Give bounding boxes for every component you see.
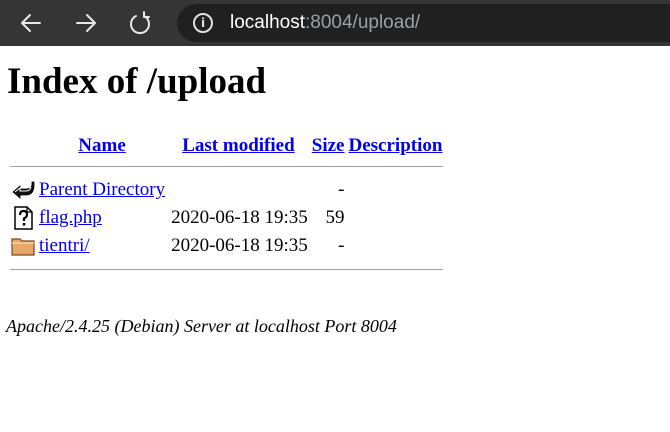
url-path: :8004/upload/: [305, 12, 421, 33]
divider: [10, 166, 444, 167]
size-cell: 59: [325, 207, 345, 228]
sort-by-size-link[interactable]: Size: [312, 135, 345, 156]
server-signature: Apache/2.4.25 (Debian) Server at localho…: [6, 316, 397, 336]
folder-link[interactable]: tientri/: [39, 235, 90, 256]
page-title: Index of /upload: [7, 61, 267, 102]
modified-cell: [168, 177, 309, 203]
description-cell: [348, 177, 444, 203]
address-bar[interactable]: i localhost:8004/upload/: [177, 4, 670, 42]
last-modified-header: Last modified: [168, 134, 309, 158]
modified-cell: 2020-06-18 19:35: [171, 235, 308, 256]
size-cell: -: [338, 235, 345, 256]
arrow-right-icon: [76, 14, 96, 32]
reload-button[interactable]: [124, 7, 156, 39]
description-cell: [348, 205, 444, 231]
table-row: flag.php 2020-06-18 19:35 59: [10, 205, 443, 231]
sort-by-modified-link[interactable]: Last modified: [182, 135, 294, 156]
name-cell: Parent Directory: [38, 177, 166, 203]
table-row: Parent Directory -: [10, 177, 443, 203]
back-button[interactable]: [15, 7, 47, 39]
name-cell: tientri/: [38, 233, 166, 259]
description-cell: [348, 233, 444, 259]
size-cell: -: [338, 179, 345, 200]
separator-row: [10, 261, 444, 270]
description-header: Description: [348, 134, 444, 158]
size-header: Size: [311, 134, 346, 158]
file-link[interactable]: Parent Directory: [39, 179, 165, 200]
icon-header: [10, 134, 36, 158]
divider: [10, 269, 444, 270]
arrow-left-icon: [21, 14, 41, 32]
unknown-file-icon: [14, 206, 33, 230]
file-link[interactable]: flag.php: [39, 207, 102, 228]
info-icon[interactable]: i: [193, 13, 213, 33]
sort-by-name-link[interactable]: Name: [78, 135, 125, 156]
separator-row: [10, 160, 444, 175]
modified-cell: 2020-06-18 19:35: [171, 207, 308, 228]
name-cell: flag.php: [38, 205, 166, 231]
icon-cell: [10, 177, 36, 203]
icon-cell: [10, 233, 36, 259]
folder-icon: [11, 238, 35, 256]
sort-by-description-link[interactable]: Description: [349, 135, 443, 156]
icon-cell: [10, 205, 36, 231]
browser-toolbar: i localhost:8004/upload/: [0, 0, 670, 46]
header-row: Name Last modified Size Description: [10, 134, 443, 158]
reload-icon: [130, 11, 150, 35]
name-header: Name: [38, 134, 166, 158]
table-row: tientri/ 2020-06-18 19:35 -: [10, 233, 443, 259]
directory-listing: Name Last modified Size Description Pare…: [8, 132, 445, 272]
url-host: localhost: [230, 12, 305, 33]
back-icon: [12, 181, 35, 199]
page-content: Index of /upload Name Last modified Size…: [6, 46, 658, 336]
forward-button[interactable]: [70, 7, 102, 39]
